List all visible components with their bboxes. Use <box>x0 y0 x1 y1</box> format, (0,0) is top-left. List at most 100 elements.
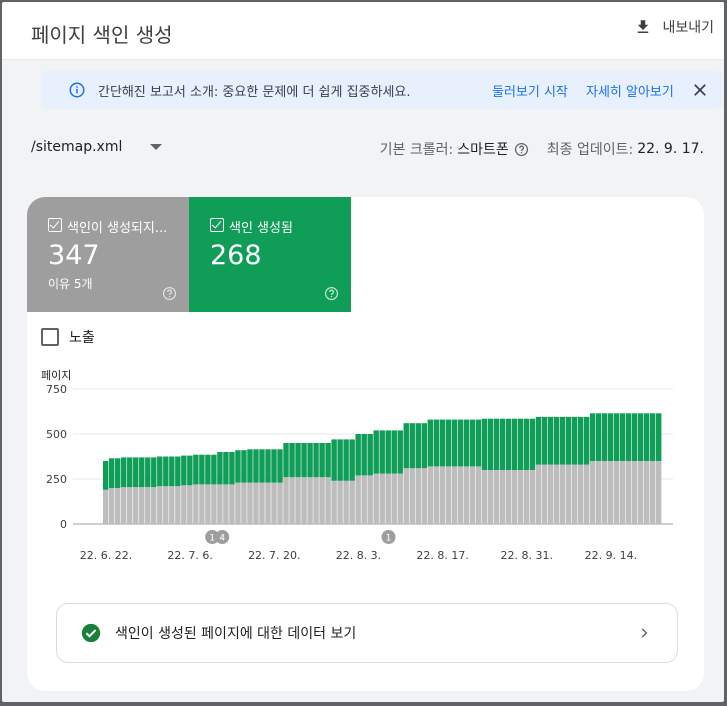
bar-not-indexed[interactable] <box>151 487 157 524</box>
bar-indexed[interactable] <box>139 457 145 488</box>
bar-indexed[interactable] <box>331 439 337 481</box>
bar-indexed[interactable] <box>367 434 373 476</box>
bar-indexed[interactable] <box>559 416 566 465</box>
bar-not-indexed[interactable] <box>583 464 590 524</box>
help-icon[interactable] <box>324 286 339 301</box>
bar-not-indexed[interactable] <box>655 461 662 524</box>
bar-not-indexed[interactable] <box>319 477 325 524</box>
bar-indexed[interactable] <box>409 423 415 469</box>
bar-indexed[interactable] <box>163 456 169 487</box>
bar-not-indexed[interactable] <box>223 484 229 524</box>
bar-not-indexed[interactable] <box>427 466 433 524</box>
bar-indexed[interactable] <box>535 416 542 465</box>
bar-not-indexed[interactable] <box>313 477 319 524</box>
bar-not-indexed[interactable] <box>607 461 614 524</box>
bar-not-indexed[interactable] <box>277 482 283 524</box>
bar-not-indexed[interactable] <box>433 466 440 524</box>
bar-not-indexed[interactable] <box>145 487 151 524</box>
bar-indexed[interactable] <box>379 430 385 474</box>
bar-indexed[interactable] <box>127 457 133 488</box>
bar-not-indexed[interactable] <box>271 482 277 524</box>
bar-indexed[interactable] <box>499 418 506 470</box>
bar-not-indexed[interactable] <box>217 484 223 524</box>
bar-indexed[interactable] <box>523 418 530 470</box>
bar-not-indexed[interactable] <box>361 475 367 524</box>
bar-not-indexed[interactable] <box>535 464 542 524</box>
bar-not-indexed[interactable] <box>643 461 650 524</box>
bar-not-indexed[interactable] <box>421 468 427 524</box>
bar-not-indexed[interactable] <box>481 470 488 524</box>
checkbox-checked-icon[interactable] <box>48 218 62 232</box>
bar-not-indexed[interactable] <box>637 461 644 524</box>
bar-not-indexed[interactable] <box>259 482 265 524</box>
bar-indexed[interactable] <box>529 418 536 470</box>
bar-not-indexed[interactable] <box>553 464 560 524</box>
bar-indexed[interactable] <box>229 452 235 485</box>
bar-indexed[interactable] <box>247 449 253 483</box>
bar-indexed[interactable] <box>343 439 349 481</box>
bar-not-indexed[interactable] <box>211 484 217 524</box>
bar-not-indexed[interactable] <box>391 473 397 524</box>
bar-indexed[interactable] <box>553 416 560 465</box>
bar-not-indexed[interactable] <box>157 486 163 524</box>
bar-indexed[interactable] <box>583 416 590 465</box>
bar-not-indexed[interactable] <box>109 488 115 524</box>
view-indexed-data-link[interactable]: 색인이 생성된 페이지에 대한 데이터 보기 <box>56 603 678 663</box>
bar-not-indexed[interactable] <box>121 487 127 524</box>
bar-not-indexed[interactable] <box>619 461 626 524</box>
bar-indexed[interactable] <box>373 430 379 474</box>
bar-indexed[interactable] <box>571 416 578 465</box>
bar-not-indexed[interactable] <box>307 477 313 524</box>
bar-indexed[interactable] <box>115 458 121 488</box>
bar-indexed[interactable] <box>577 416 584 465</box>
bar-indexed[interactable] <box>271 449 277 483</box>
bar-not-indexed[interactable] <box>127 487 133 524</box>
help-icon[interactable] <box>514 142 529 157</box>
bar-not-indexed[interactable] <box>301 477 307 524</box>
bar-not-indexed[interactable] <box>343 480 349 524</box>
bar-indexed[interactable] <box>211 454 217 485</box>
bar-indexed[interactable] <box>487 418 494 470</box>
sitemap-dropdown[interactable]: /sitemap.xml <box>31 139 163 155</box>
bar-indexed[interactable] <box>481 418 488 470</box>
bar-indexed[interactable] <box>259 449 265 483</box>
bar-not-indexed[interactable] <box>181 485 187 524</box>
bar-indexed[interactable] <box>151 457 157 488</box>
bar-indexed[interactable] <box>589 413 596 461</box>
indexed-tile[interactable]: 색인 생성됨 268 <box>189 197 351 312</box>
bar-indexed[interactable] <box>349 439 355 481</box>
bar-indexed[interactable] <box>361 434 367 476</box>
bar-not-indexed[interactable] <box>349 480 355 524</box>
export-button[interactable]: 내보내기 <box>634 17 714 37</box>
bar-not-indexed[interactable] <box>103 489 109 524</box>
bar-indexed[interactable] <box>625 413 632 461</box>
bar-indexed[interactable] <box>175 456 181 487</box>
bar-indexed[interactable] <box>505 418 512 470</box>
bar-not-indexed[interactable] <box>457 466 464 524</box>
bar-not-indexed[interactable] <box>463 466 470 524</box>
bar-not-indexed[interactable] <box>241 482 247 524</box>
bar-not-indexed[interactable] <box>613 461 620 524</box>
bar-indexed[interactable] <box>511 418 518 470</box>
bar-not-indexed[interactable] <box>547 464 554 524</box>
bar-indexed[interactable] <box>319 443 325 478</box>
bar-not-indexed[interactable] <box>445 466 452 524</box>
bar-indexed[interactable] <box>181 455 187 486</box>
not-indexed-tile[interactable]: 색인이 생성되지... 347 이유 5개 <box>27 197 189 312</box>
bar-not-indexed[interactable] <box>193 484 199 524</box>
bar-not-indexed[interactable] <box>163 486 169 524</box>
bar-indexed[interactable] <box>265 449 271 483</box>
bar-indexed[interactable] <box>649 413 656 461</box>
bar-not-indexed[interactable] <box>625 461 632 524</box>
bar-indexed[interactable] <box>619 413 626 461</box>
bar-not-indexed[interactable] <box>235 482 241 524</box>
bar-not-indexed[interactable] <box>169 486 175 524</box>
bar-indexed[interactable] <box>295 443 301 478</box>
bar-not-indexed[interactable] <box>115 488 121 524</box>
tour-link[interactable]: 둘러보기 시작 <box>492 81 568 100</box>
bar-indexed[interactable] <box>187 455 193 486</box>
bar-indexed[interactable] <box>547 416 554 465</box>
bar-indexed[interactable] <box>199 454 205 485</box>
bar-not-indexed[interactable] <box>355 475 361 524</box>
bar-not-indexed[interactable] <box>403 468 409 524</box>
